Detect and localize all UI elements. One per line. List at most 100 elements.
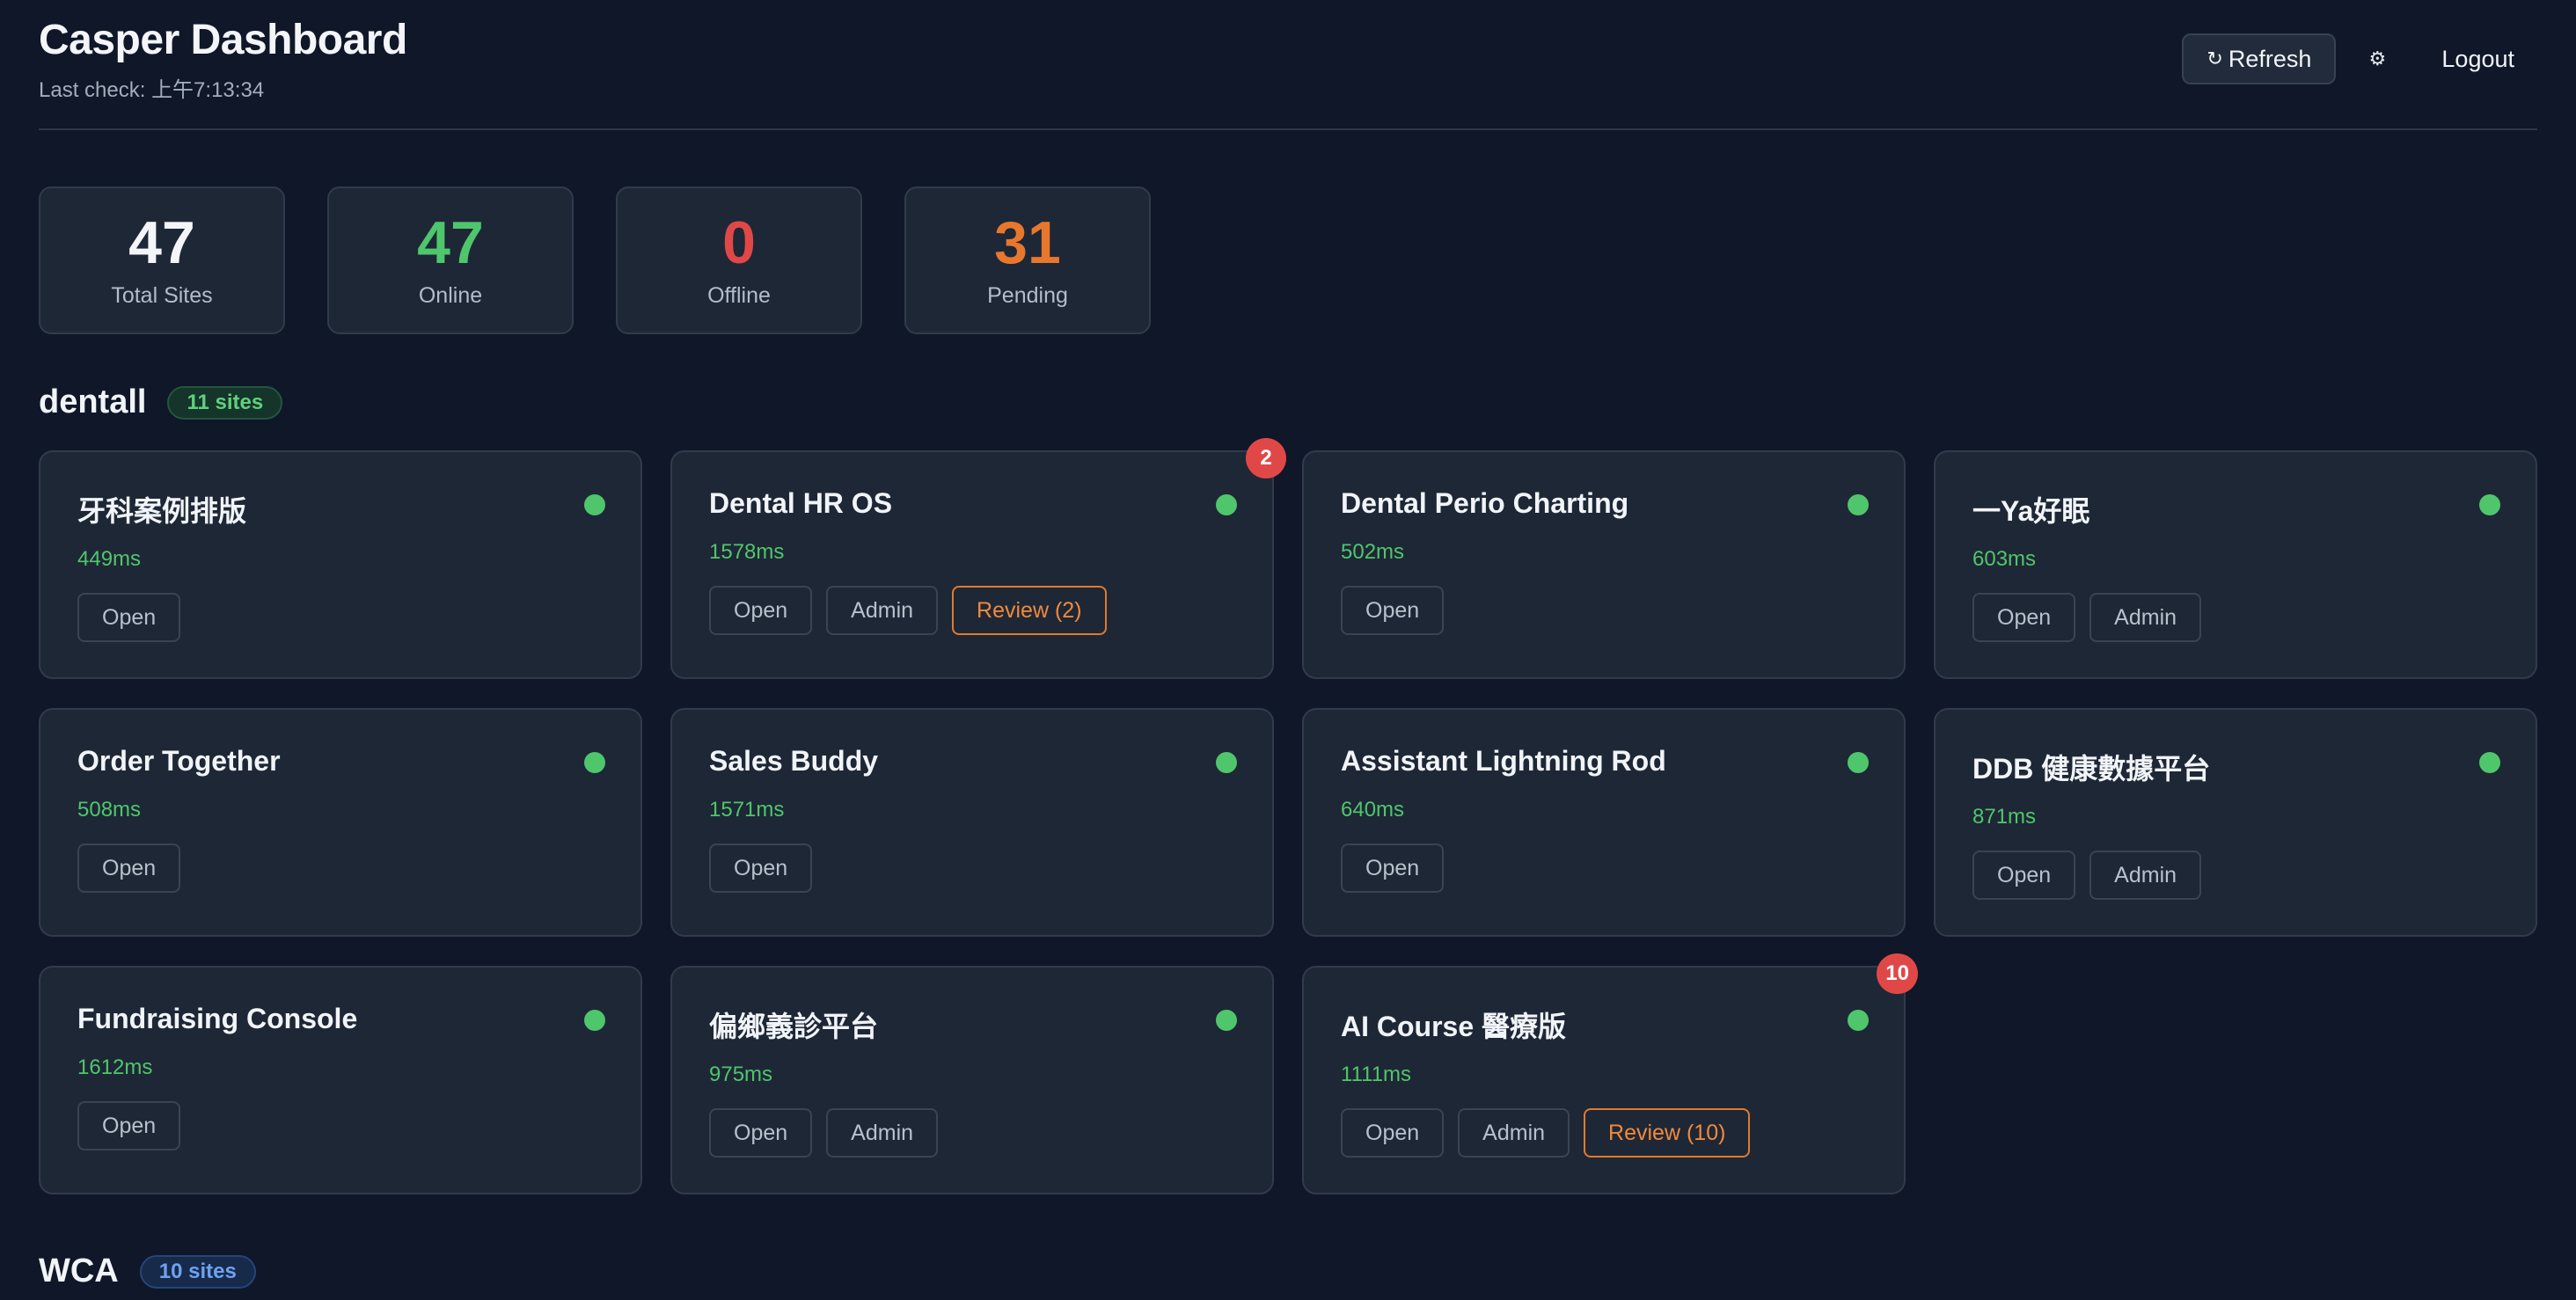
site-actions: Open Admin Review (10) — [1341, 1108, 1751, 1158]
site-card: 偏鄉義診平台 975ms Open Admin — [670, 966, 1274, 1194]
notification-badge: 10 — [1877, 953, 1918, 994]
status-online-indicator — [1216, 1010, 1237, 1031]
site-card: 牙科案例排版 449ms Open — [39, 450, 642, 679]
site-card: DDB 健康數據平台 871ms Open Admin — [1934, 708, 2537, 937]
site-name: Fundraising Console — [77, 1003, 358, 1034]
open-button[interactable]: Open — [1972, 593, 2076, 642]
site-name: Dental HR OS — [709, 487, 893, 519]
review-button[interactable]: Review (10) — [1584, 1108, 1751, 1158]
latency-value: 1571ms — [709, 798, 785, 822]
review-button[interactable]: Review (2) — [952, 586, 1107, 635]
status-online-indicator — [584, 494, 605, 515]
open-button[interactable]: Open — [709, 586, 813, 635]
latency-value: 502ms — [1341, 540, 1405, 564]
status-online-indicator — [1848, 752, 1869, 773]
site-count-badge: 11 sites — [167, 385, 283, 420]
open-button[interactable]: Open — [1341, 844, 1445, 893]
site-name: Dental Perio Charting — [1341, 487, 1629, 519]
status-online-indicator — [1216, 494, 1237, 515]
open-button[interactable]: Open — [77, 1101, 181, 1150]
site-card: Sales Buddy 1571ms Open — [670, 708, 1274, 937]
status-online-indicator — [584, 752, 605, 773]
open-button[interactable]: Open — [77, 593, 181, 642]
status-online-indicator — [1216, 752, 1237, 773]
site-name: Order Together — [77, 745, 281, 777]
site-card: AI Course 醫療版 1111ms Open Admin Review (10) 1… — [1302, 953, 1918, 1194]
admin-button[interactable]: Admin — [2089, 593, 2202, 642]
site-actions: Open Admin — [1972, 851, 2202, 900]
site-actions: Open — [1341, 844, 1445, 893]
site-actions: Open Admin Review (2) — [709, 586, 1107, 635]
open-button[interactable]: Open — [709, 844, 813, 893]
open-button[interactable]: Open — [1341, 1108, 1445, 1158]
open-button[interactable]: Open — [709, 1108, 813, 1158]
status-online-indicator — [1848, 1010, 1869, 1031]
site-actions: Open — [77, 1101, 181, 1150]
status-online-indicator — [1848, 494, 1869, 515]
admin-button[interactable]: Admin — [826, 586, 939, 635]
site-count-badge: 10 sites — [139, 1254, 256, 1289]
status-online-indicator — [2479, 494, 2500, 515]
latency-value: 1612ms — [77, 1055, 153, 1079]
stat-online: 47 Online — [327, 186, 574, 334]
site-actions: Open Admin — [709, 1108, 939, 1158]
refresh-icon: ↻ — [2206, 47, 2223, 69]
stats-row: 47 Total Sites 47 Online 0 Offline 31 Pe… — [39, 186, 1151, 334]
latency-value: 975ms — [709, 1063, 773, 1086]
stat-value: 31 — [994, 208, 1061, 276]
site-name: 一Ya好眠 — [1972, 495, 2090, 527]
stat-pending: 31 Pending — [904, 186, 1151, 334]
stat-offline: 0 Offline — [616, 186, 862, 334]
site-actions: Open — [77, 844, 181, 893]
site-card: 一Ya好眠 603ms Open Admin — [1934, 450, 2537, 679]
stat-label: Pending — [987, 282, 1068, 308]
latency-value: 871ms — [1972, 805, 2037, 829]
settings-button[interactable]: ⚙ — [2352, 33, 2403, 84]
page-title: Casper Dashboard — [39, 17, 407, 63]
site-card: Dental HR OS 1578ms Open Admin Review (2) 2 — [670, 438, 1286, 679]
admin-button[interactable]: Admin — [1458, 1108, 1570, 1158]
site-actions: Open — [77, 593, 181, 642]
latency-value: 603ms — [1972, 547, 2037, 571]
group-header-dentall: dentall 11 sites — [39, 383, 283, 421]
notification-badge: 2 — [1246, 438, 1286, 478]
stat-label: Offline — [707, 282, 771, 308]
logout-button[interactable]: Logout — [2419, 33, 2537, 84]
group-name: WCA — [39, 1253, 119, 1289]
dashboard-header: Casper Dashboard Last check: 上午7:13:34 ↻… — [39, 16, 2537, 130]
site-card: Fundraising Console 1612ms Open — [39, 966, 642, 1194]
latency-value: 1578ms — [709, 540, 785, 564]
latency-value: 640ms — [1341, 798, 1405, 822]
site-name: 牙科案例排版 — [77, 495, 247, 527]
site-name: AI Course 醫療版 — [1341, 1011, 1567, 1042]
site-name: 偏鄉義診平台 — [709, 1011, 879, 1042]
stat-value: 0 — [722, 208, 756, 276]
header-actions: ↻ Refresh ⚙ Logout — [2182, 33, 2537, 84]
refresh-button[interactable]: ↻ Refresh — [2182, 33, 2337, 84]
admin-button[interactable]: Admin — [2089, 851, 2202, 900]
stat-label: Online — [418, 282, 483, 308]
latency-value: 508ms — [77, 798, 142, 822]
site-card: Dental Perio Charting 502ms Open — [1302, 450, 1906, 679]
open-button[interactable]: Open — [1972, 851, 2076, 900]
site-card: Assistant Lightning Rod 640ms Open — [1302, 708, 1906, 937]
stat-label: Total Sites — [111, 282, 213, 308]
latency-value: 449ms — [77, 547, 142, 571]
refresh-label: Refresh — [2228, 45, 2312, 72]
site-card: Order Together 508ms Open — [39, 708, 642, 937]
group-name: dentall — [39, 383, 147, 420]
open-button[interactable]: Open — [77, 844, 181, 893]
status-online-indicator — [2479, 752, 2500, 773]
status-online-indicator — [584, 1010, 605, 1031]
site-actions: Open Admin — [1972, 593, 2202, 642]
admin-button[interactable]: Admin — [826, 1108, 939, 1158]
gear-icon: ⚙ — [2368, 47, 2387, 69]
site-actions: Open — [1341, 586, 1445, 635]
last-check-timestamp: Last check: 上午7:13:34 — [39, 78, 265, 102]
open-button[interactable]: Open — [1341, 586, 1445, 635]
latency-value: 1111ms — [1341, 1063, 1412, 1086]
site-name: Assistant Lightning Rod — [1341, 745, 1666, 777]
site-actions: Open — [709, 844, 813, 893]
site-name: Sales Buddy — [709, 745, 879, 777]
site-name: DDB 健康數據平台 — [1972, 753, 2211, 785]
